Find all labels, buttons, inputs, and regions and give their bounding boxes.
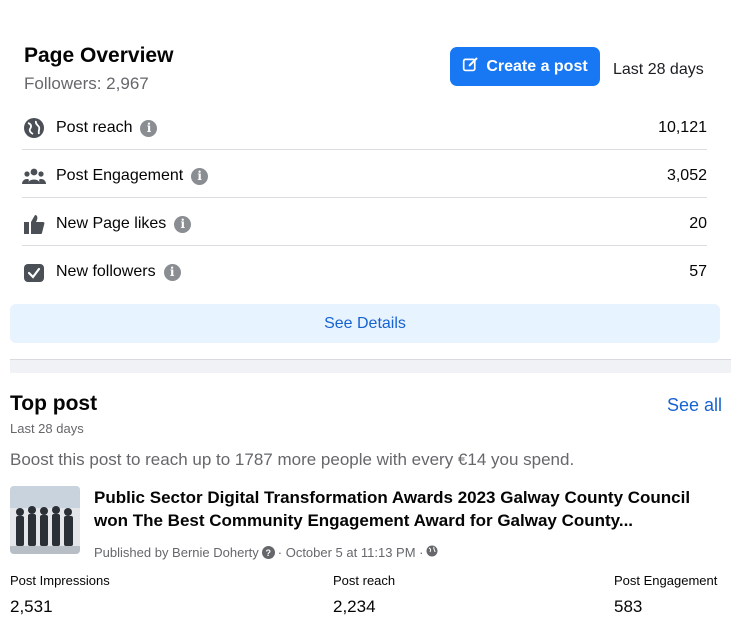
section-divider — [10, 359, 731, 373]
metric-value: 10,121 — [658, 119, 707, 136]
follow-check-icon — [22, 260, 46, 284]
publisher-text: Published by Bernie Doherty — [94, 545, 259, 560]
metric-label: New followers — [56, 263, 156, 280]
followers-count: Followers: 2,967 — [24, 74, 149, 93]
globe-icon — [426, 545, 438, 560]
people-icon — [22, 164, 46, 188]
boost-message: Boost this post to reach up to 1787 more… — [10, 450, 575, 469]
metric-row-post-reach[interactable]: Post reach i 10,121 — [22, 102, 707, 150]
globe-icon — [22, 116, 46, 140]
help-icon[interactable]: ? — [261, 546, 275, 559]
metric-value: 57 — [689, 263, 707, 280]
top-post-title: Top post — [10, 392, 98, 415]
top-post-subtitle: Last 28 days — [10, 421, 84, 436]
page-overview-card: Page Overview Followers: 2,967 Create a … — [0, 0, 731, 360]
metric-value: 20 — [689, 215, 707, 232]
post-thumbnail[interactable] — [10, 486, 80, 554]
info-icon[interactable]: i — [191, 167, 209, 185]
date-range-selector[interactable]: Last 28 days — [613, 61, 704, 79]
metric-row-new-page-likes[interactable]: New Page likes i 20 — [22, 198, 707, 246]
stat-value: 2,234 — [333, 597, 376, 616]
metric-row-post-engagement[interactable]: Post Engagement i 3,052 — [22, 150, 707, 198]
metric-label: Post reach — [56, 119, 133, 136]
stat-post-engagement: Post Engagement 583 — [614, 573, 717, 617]
stat-value: 583 — [614, 597, 643, 616]
stat-label: Post Engagement — [614, 573, 718, 588]
see-details-button[interactable]: See Details — [10, 304, 720, 343]
see-all-link[interactable]: See all — [667, 395, 722, 416]
stat-label: Post Impressions — [10, 573, 110, 588]
top-post-text[interactable]: Public Sector Digital Transformation Awa… — [94, 486, 724, 532]
stat-label: Post reach — [333, 573, 396, 588]
edit-icon — [462, 56, 479, 78]
metric-label: Post Engagement — [56, 167, 184, 184]
thumbs-up-icon — [22, 212, 46, 236]
metric-value: 3,052 — [666, 167, 707, 184]
post-meta: Published by Bernie Doherty ? · October … — [94, 545, 438, 560]
create-post-label: Create a post — [486, 57, 588, 75]
metric-label: New Page likes — [56, 215, 167, 232]
info-icon[interactable]: i — [174, 215, 192, 233]
info-icon[interactable]: i — [163, 263, 181, 281]
post-date: · October 5 at 11:13 PM · — [277, 545, 424, 560]
stat-post-impressions: Post Impressions 2,531 — [10, 573, 110, 617]
stat-post-reach: Post reach 2,234 — [333, 573, 395, 617]
page-overview-title: Page Overview — [24, 44, 174, 67]
info-icon[interactable]: i — [140, 119, 158, 137]
stat-value: 2,531 — [10, 597, 53, 616]
create-post-button[interactable]: Create a post — [450, 47, 600, 86]
metric-row-new-followers[interactable]: New followers i 57 — [22, 246, 707, 294]
